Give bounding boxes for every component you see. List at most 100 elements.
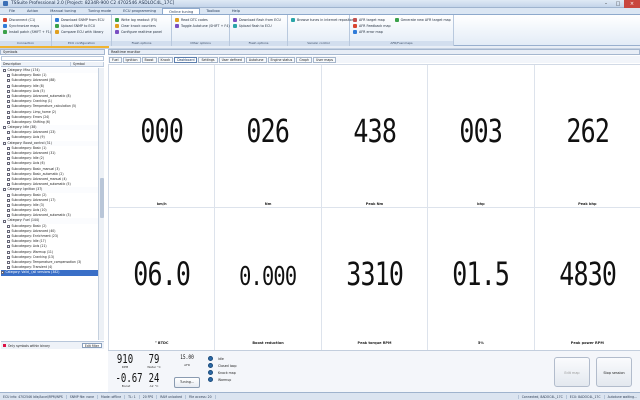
menu-tab-toolbox[interactable]: Toolbox [200, 8, 225, 14]
expand-icon[interactable] [7, 167, 10, 171]
tab-user-maps[interactable]: User maps [313, 56, 337, 63]
window-controls: – □ × [600, 0, 640, 8]
expand-icon[interactable] [7, 95, 10, 99]
menu-tab-action[interactable]: Action [21, 8, 44, 14]
boost-gauge: -0.67 Boost [115, 371, 143, 388]
menu-tab-manual-tuning[interactable]: Manual tuning [44, 8, 82, 14]
ribbon-button[interactable]: Configure realtime panel [115, 29, 168, 35]
expand-icon[interactable] [7, 105, 10, 109]
expand-icon[interactable] [3, 188, 6, 192]
filter-checkbox-icon[interactable] [3, 344, 6, 347]
ribbon-button[interactable]: AFR error map [353, 29, 391, 35]
stop-session-button[interactable]: Stop session [596, 357, 632, 387]
expand-icon[interactable] [7, 110, 10, 114]
tab-knock[interactable]: Knock [157, 56, 174, 63]
expand-icon[interactable] [7, 261, 10, 265]
tree-category[interactable]: Category: Valid_ (all versions (382) [1, 270, 98, 276]
menu-tab-tuning-mode[interactable]: Tuning mode [82, 8, 117, 14]
ribbon-button-label: AFR target map [359, 18, 385, 22]
gauge-label: Peak bhp [578, 202, 597, 206]
tab-settings[interactable]: Settings [198, 56, 218, 63]
expand-icon[interactable] [3, 69, 6, 73]
led-idle: Idle [208, 355, 237, 362]
tab-engine-status[interactable]: Engine status [267, 56, 296, 63]
expand-icon[interactable] [7, 266, 10, 270]
expand-icon[interactable] [7, 152, 10, 156]
expand-icon[interactable] [7, 198, 10, 202]
status-item: 20 FPS [140, 394, 158, 399]
expand-icon[interactable] [7, 178, 10, 182]
gauge-label: ° BTDC [154, 341, 169, 345]
ribbon-button[interactable]: Toggle Autotune (SHIFT + F4) [175, 23, 230, 29]
tab-graph[interactable]: Graph [296, 56, 313, 63]
tab-dashboard[interactable]: Dashboard [174, 56, 198, 63]
menu-tab-help[interactable]: Help [226, 8, 246, 14]
scrollbar-thumb[interactable] [100, 178, 104, 218]
tuning-button[interactable]: Tuning... [174, 377, 200, 388]
menu-tab-ecu-programming[interactable]: ECU programming [117, 8, 162, 14]
expand-icon[interactable] [7, 193, 10, 197]
tab-ignition[interactable]: Ignition [122, 56, 141, 63]
close-icon[interactable]: × [624, 0, 640, 8]
expand-icon[interactable] [1, 271, 4, 275]
ribbon-button[interactable]: Generate new AFR target map [394, 17, 451, 23]
tab-autotune[interactable]: Autotune [245, 56, 267, 63]
expand-icon[interactable] [7, 172, 10, 176]
gauge-value: 026 [246, 112, 291, 150]
minimize-icon[interactable]: – [600, 0, 612, 8]
expand-icon[interactable] [7, 229, 10, 233]
expand-icon[interactable] [7, 224, 10, 228]
expand-icon[interactable] [7, 79, 10, 83]
gauge-value: 4830 [558, 255, 617, 293]
edit-map-button[interactable]: Edit map [554, 357, 590, 387]
column-symbol[interactable]: Symbol [71, 62, 104, 66]
status-leds: Idle Closed loop Knock map Warmup [208, 355, 237, 383]
expand-icon[interactable] [7, 235, 10, 239]
menu-tab-online-tuning[interactable]: Online tuning [162, 8, 201, 14]
ribbon-column: AFR target map AFR Feedback map AFR error … [353, 17, 391, 35]
ribbon-button[interactable]: Compare ECU with library [55, 29, 108, 35]
expand-icon[interactable] [7, 255, 10, 259]
expand-icon[interactable] [3, 126, 6, 130]
expand-icon[interactable] [7, 203, 10, 207]
ribbon-items: Write log readout (F5) Clear knock counte… [115, 17, 168, 35]
tab-boost[interactable]: Boost [141, 56, 157, 63]
symbol-search-input[interactable] [1, 56, 104, 61]
dashboard-gauge: 000 km/h [109, 65, 216, 208]
expand-icon[interactable] [7, 131, 10, 135]
expand-icon[interactable] [7, 84, 10, 88]
ribbon-button[interactable]: Upload flash to ECU [233, 23, 284, 29]
expand-icon[interactable] [7, 157, 10, 161]
maximize-icon[interactable]: □ [612, 0, 624, 8]
ribbon-button[interactable]: Install patch (SHIFT + F1) [3, 29, 51, 35]
tab-fuel[interactable]: Fuel [109, 56, 122, 63]
expand-icon[interactable] [7, 146, 10, 150]
expand-icon[interactable] [7, 162, 10, 166]
realtime-tabs: Fuel Ignition Boost Knock Dashboard Settings U… [108, 56, 640, 63]
ribbon-button-label: Disconnect (C1) [9, 18, 36, 22]
column-description[interactable]: Description [1, 62, 71, 66]
expand-icon[interactable] [3, 141, 6, 145]
expand-icon[interactable] [7, 136, 10, 140]
expand-icon[interactable] [7, 183, 10, 187]
dashboard-gauge: 262 Peak bhp [534, 65, 640, 208]
expand-icon[interactable] [7, 74, 10, 78]
ribbon-group: Write log readout (F5) Clear knock counte… [112, 15, 172, 46]
expand-icon[interactable] [7, 240, 10, 244]
only-symbols-checkbox[interactable]: Only symbols within binary [8, 344, 50, 348]
expand-icon[interactable] [7, 89, 10, 93]
menu-tab-file[interactable]: File [3, 8, 21, 14]
tree-scrollbar[interactable] [98, 68, 104, 340]
expand-icon[interactable] [7, 100, 10, 104]
status-bar: ECU info: 4702546 Idle/Accel/RPM/NPS SNMP… [0, 392, 640, 400]
expand-icon[interactable] [7, 120, 10, 124]
expand-icon[interactable] [7, 245, 10, 249]
expand-icon[interactable] [3, 219, 6, 223]
expand-icon[interactable] [7, 214, 10, 218]
edit-filter-button[interactable]: Edit filter [81, 343, 102, 348]
tab-user-defined[interactable]: User defined [218, 56, 245, 63]
ribbon-button[interactable]: Browse tunes in internet repository [291, 17, 355, 23]
expand-icon[interactable] [7, 209, 10, 213]
expand-icon[interactable] [7, 250, 10, 254]
expand-icon[interactable] [7, 115, 10, 119]
